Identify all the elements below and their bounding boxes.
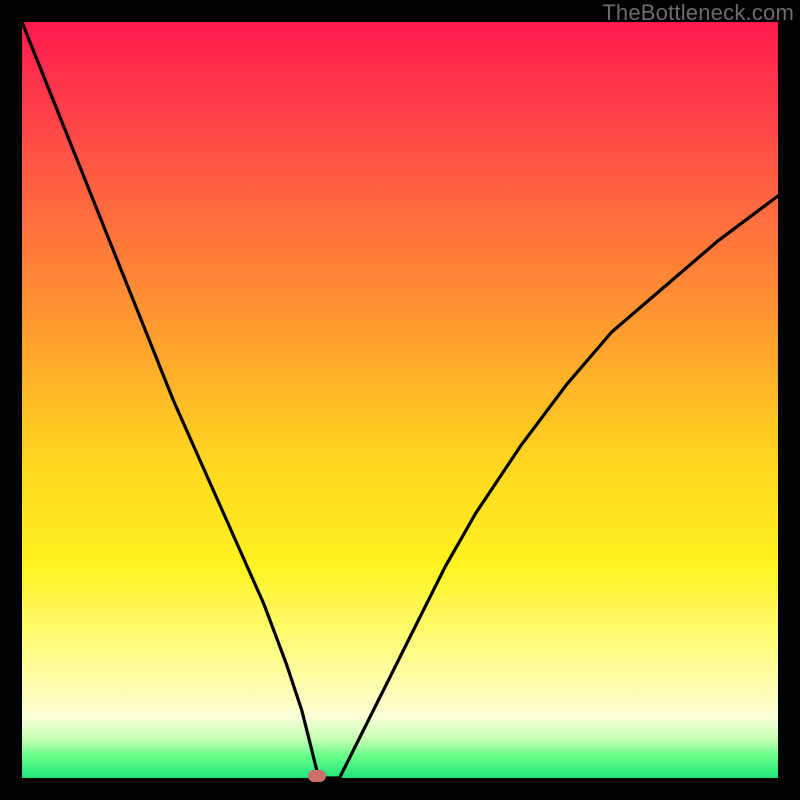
curve-path <box>22 22 778 778</box>
watermark-text: TheBottleneck.com <box>602 0 794 26</box>
chart-plot-area <box>22 22 778 778</box>
bottleneck-curve <box>22 22 778 778</box>
minimum-marker <box>308 770 326 782</box>
